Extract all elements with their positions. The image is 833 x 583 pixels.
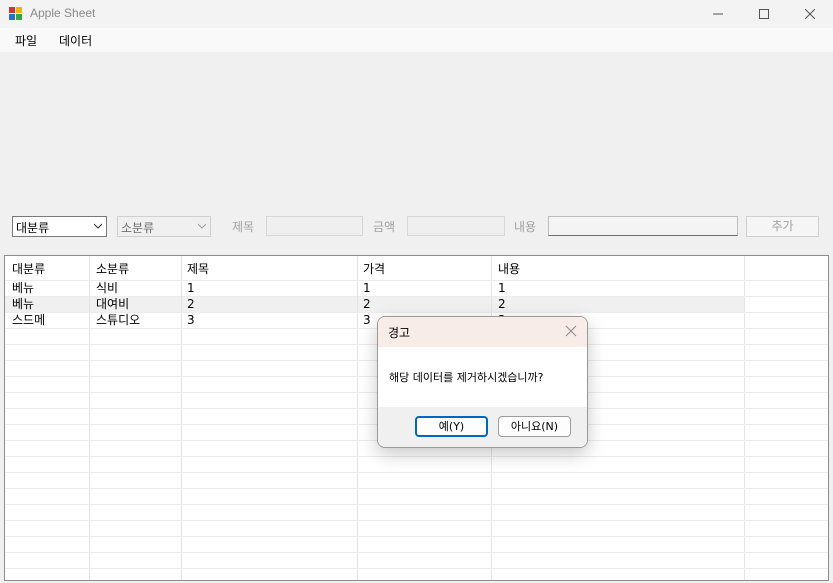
grid-cell[interactable]: 2 bbox=[498, 296, 506, 312]
chevron-down-icon bbox=[198, 223, 206, 229]
row-divider bbox=[5, 456, 828, 457]
grid-cell[interactable]: 대여비 bbox=[96, 296, 129, 312]
header-title[interactable]: 제목 bbox=[187, 260, 209, 277]
app-icon-blue bbox=[9, 14, 15, 20]
grid-cell[interactable]: 베뉴 bbox=[12, 280, 34, 296]
grid-cell[interactable]: 2 bbox=[363, 296, 371, 312]
app-icon-red bbox=[9, 7, 15, 13]
window-title: Apple Sheet bbox=[30, 6, 96, 20]
row-divider bbox=[5, 536, 828, 537]
column-divider bbox=[89, 256, 90, 580]
grid-cell[interactable]: 3 bbox=[363, 312, 371, 328]
grid-cell[interactable]: 1 bbox=[187, 280, 195, 296]
header-content[interactable]: 내용 bbox=[498, 260, 520, 277]
grid-cell[interactable]: 스드메 bbox=[12, 312, 45, 328]
grid-cell[interactable]: 1 bbox=[498, 280, 506, 296]
column-divider bbox=[181, 256, 182, 580]
content-input[interactable] bbox=[548, 216, 738, 236]
content-label: 내용 bbox=[514, 220, 537, 234]
row-divider bbox=[5, 568, 828, 569]
column-divider bbox=[357, 256, 358, 580]
amount-label: 금액 bbox=[373, 220, 396, 234]
category-combobox[interactable]: 대분류 bbox=[12, 216, 107, 237]
app-icon-green bbox=[16, 14, 22, 20]
row-divider bbox=[5, 280, 828, 281]
chevron-down-icon bbox=[94, 223, 102, 229]
subcategory-combobox-value: 소분류 bbox=[121, 221, 155, 235]
row-divider bbox=[5, 520, 828, 521]
dialog-title-bar: 경고 bbox=[378, 317, 587, 347]
header-subcategory[interactable]: 소분류 bbox=[96, 260, 129, 277]
grid-cell[interactable]: 1 bbox=[363, 280, 371, 296]
app-icon-yellow bbox=[16, 7, 22, 13]
grid-cell[interactable]: 3 bbox=[187, 312, 195, 328]
close-icon[interactable] bbox=[565, 325, 577, 337]
maximize-button[interactable] bbox=[741, 0, 787, 28]
title-bar: Apple Sheet bbox=[0, 0, 833, 28]
dialog-title: 경고 bbox=[388, 326, 411, 340]
row-divider bbox=[5, 488, 828, 489]
header-price[interactable]: 가격 bbox=[363, 260, 385, 277]
menu-data[interactable]: 데이터 bbox=[59, 32, 92, 49]
maximize-icon bbox=[759, 9, 769, 19]
yes-button[interactable]: 예(Y) bbox=[415, 416, 488, 437]
amount-input[interactable] bbox=[407, 216, 505, 236]
close-button[interactable] bbox=[787, 0, 833, 28]
column-divider bbox=[744, 256, 745, 580]
subcategory-combobox[interactable]: 소분류 bbox=[117, 216, 211, 237]
row-divider bbox=[5, 504, 828, 505]
title-label: 제목 bbox=[232, 220, 255, 234]
title-input[interactable] bbox=[266, 216, 363, 236]
dialog-message: 해당 데이터를 제거하시겠습니까? bbox=[389, 371, 544, 384]
grid-cell[interactable]: 식비 bbox=[96, 280, 118, 296]
add-button[interactable]: 추가 bbox=[746, 216, 819, 237]
menu-bar: 파일 데이터 bbox=[0, 28, 833, 52]
header-category[interactable]: 대분류 bbox=[12, 260, 45, 277]
input-row: 대분류 소분류 제목 금액 내용 추가 bbox=[0, 212, 833, 240]
minimize-icon bbox=[713, 13, 723, 15]
menu-file[interactable]: 파일 bbox=[15, 32, 37, 49]
grid-cell[interactable]: 베뉴 bbox=[12, 296, 34, 312]
minimize-button[interactable] bbox=[695, 0, 741, 28]
grid-cell[interactable]: 스튜디오 bbox=[96, 312, 140, 328]
grid-cell[interactable]: 2 bbox=[187, 296, 195, 312]
close-icon bbox=[805, 9, 815, 19]
row-divider bbox=[5, 472, 828, 473]
category-combobox-value: 대분류 bbox=[16, 221, 50, 235]
app-icon bbox=[9, 7, 23, 21]
confirm-dialog: 경고 해당 데이터를 제거하시겠습니까? 예(Y) 아니요(N) bbox=[377, 316, 588, 448]
row-divider bbox=[5, 552, 828, 553]
no-button[interactable]: 아니요(N) bbox=[498, 416, 571, 437]
